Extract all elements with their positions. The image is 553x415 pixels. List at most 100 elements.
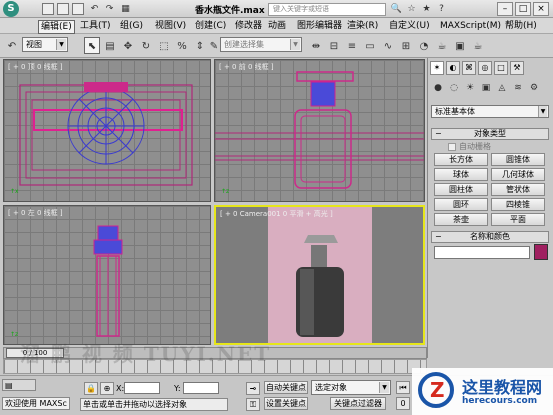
set-key-mode-icon[interactable]: ⊸ <box>246 382 260 395</box>
menu-animation[interactable]: 动画 <box>266 20 288 32</box>
close-button[interactable]: × <box>533 2 549 16</box>
render-setup-icon[interactable]: ☕ <box>434 37 450 54</box>
mirror-icon[interactable]: ⇹ <box>308 37 324 54</box>
display-tab-icon[interactable]: □ <box>494 61 508 75</box>
modify-tab-icon[interactable]: ◐ <box>446 61 460 75</box>
key-filters-button[interactable]: 关键点过滤器 <box>330 397 386 410</box>
select-move-icon[interactable]: ✥ <box>120 37 136 54</box>
menu-help[interactable]: 帮助(H) <box>503 20 539 32</box>
new-file-icon[interactable] <box>42 3 54 15</box>
set-key-button[interactable]: 设置关键点 <box>264 397 308 410</box>
menu-graph-editors[interactable]: 图形编辑器 <box>295 20 344 32</box>
object-color-swatch[interactable] <box>534 244 548 260</box>
y-coordinate-field[interactable] <box>183 382 219 394</box>
menu-group[interactable]: 组(G) <box>118 20 145 32</box>
utilities-tab-icon[interactable]: ⚒ <box>510 61 524 75</box>
torus-button[interactable]: 圆环 <box>434 198 488 211</box>
save-file-icon[interactable] <box>72 3 84 15</box>
viewport-label[interactable]: [ + 0 Camera001 0 平滑 + 高光 ] <box>220 209 333 219</box>
view-dropdown[interactable]: 视图 ▼ <box>22 37 68 52</box>
absolute-mode-icon[interactable]: ⊕ <box>100 382 114 395</box>
favorites-icon[interactable]: ★ <box>420 3 433 16</box>
select-scale-icon[interactable]: ⬚ <box>156 37 172 54</box>
select-rotate-icon[interactable]: ↻ <box>138 37 154 54</box>
systems-icon[interactable]: ⚙ <box>527 80 541 96</box>
motion-tab-icon[interactable]: ◎ <box>478 61 492 75</box>
search-icon[interactable]: 🔍 <box>390 3 403 16</box>
cameras-icon[interactable]: ▣ <box>479 80 493 96</box>
autogrid-checkbox[interactable]: 自动栅格 <box>448 141 491 152</box>
viewport-label[interactable]: [ + 0 顶 0 线框 ] <box>8 62 63 72</box>
maximize-button[interactable]: □ <box>515 2 531 16</box>
viewport-camera[interactable]: [ + 0 Camera001 0 平滑 + 高光 ] <box>214 205 425 345</box>
hold-icon[interactable]: ▦ <box>119 3 132 16</box>
shapes-icon[interactable]: ◌ <box>447 80 461 96</box>
site-logo: Z 这里教程网 herecours.com <box>412 368 553 415</box>
open-file-icon[interactable] <box>57 3 69 15</box>
maxscript-mini-listener[interactable]: 欢迎使用 MAXSc <box>2 397 70 410</box>
cylinder-button[interactable]: 圆柱体 <box>434 183 488 196</box>
menu-maxscript[interactable]: MAXScript(M) <box>438 20 503 32</box>
menu-edit[interactable]: 编辑(E) <box>38 20 75 34</box>
menu-modifiers[interactable]: 修改器 <box>233 20 264 32</box>
geometry-icon[interactable]: ● <box>431 80 445 96</box>
curve-editor-icon[interactable]: ∿ <box>380 37 396 54</box>
lock-selection-icon[interactable]: 🔒 <box>84 382 98 395</box>
percent-snap-icon[interactable]: % <box>174 37 190 54</box>
lights-icon[interactable]: ☀ <box>463 80 477 96</box>
search-input[interactable]: 键入关键字或短语 <box>268 3 386 16</box>
box-button[interactable]: 长方体 <box>434 153 488 166</box>
select-by-name-icon[interactable]: ▤ <box>102 37 118 54</box>
auto-key-button[interactable]: 自动关键点 <box>264 381 308 394</box>
menu-customize[interactable]: 自定义(U) <box>387 20 432 32</box>
selected-object-dropdown[interactable]: 选定对象 ▼ <box>311 380 391 395</box>
menu-views[interactable]: 视图(V) <box>153 20 188 32</box>
menu-tools[interactable]: 工具(T) <box>78 20 113 32</box>
select-object-icon[interactable]: ⬉ <box>84 37 100 54</box>
viewport-front[interactable]: [ + 0 前 0 线框 ] ↑z <box>214 59 425 202</box>
help-icon[interactable]: ? <box>435 3 448 16</box>
layer-manager-icon[interactable]: ≡ <box>344 37 360 54</box>
create-tab-icon[interactable]: ✶ <box>430 61 444 75</box>
align-icon[interactable]: ⊟ <box>326 37 342 54</box>
x-coordinate-field[interactable] <box>124 382 160 394</box>
object-category-dropdown[interactable]: 标准基本体 ▼ <box>431 105 549 118</box>
app-logo-icon[interactable]: S <box>3 1 19 17</box>
schematic-view-icon[interactable]: ⊞ <box>398 37 414 54</box>
pyramid-button[interactable]: 四棱锥 <box>491 198 545 211</box>
viewport-label[interactable]: [ + 0 前 0 线框 ] <box>219 62 274 72</box>
sphere-button[interactable]: 球体 <box>434 168 488 181</box>
teapot-button[interactable]: 茶壶 <box>434 213 488 226</box>
object-name-field[interactable] <box>434 246 530 259</box>
object-type-rollout[interactable]: − 对象类型 <box>431 128 549 140</box>
key-icon[interactable]: ⚿ <box>246 398 260 411</box>
helpers-icon[interactable]: ◬ <box>495 80 509 96</box>
material-editor-icon[interactable]: ◔ <box>416 37 432 54</box>
viewport-top[interactable]: [ + 0 顶 0 线框 ] ↑x <box>3 59 211 202</box>
help-star-icon[interactable]: ☆ <box>405 3 418 16</box>
name-color-rollout[interactable]: − 名称和颜色 <box>431 231 549 243</box>
cone-button[interactable]: 圆锥体 <box>491 153 545 166</box>
viewport-label[interactable]: [ + 0 左 0 线框 ] <box>8 208 63 218</box>
frame-number-field[interactable]: 0 <box>396 397 410 410</box>
named-selection-set-dropdown[interactable]: 创建选择集 ▼ <box>220 37 302 52</box>
plane-button[interactable]: 平面 <box>491 213 545 226</box>
redo-icon[interactable]: ↷ <box>103 3 116 16</box>
undo-icon[interactable]: ↶ <box>88 3 101 16</box>
hierarchy-tab-icon[interactable]: ⌘ <box>462 61 476 75</box>
minimize-button[interactable]: – <box>497 2 513 16</box>
geosphere-button[interactable]: 几何球体 <box>491 168 545 181</box>
title-bar: S ↶ ↷ ▦ 香水瓶文件.max 键入关键字或短语 🔍 ☆ ★ ? – □ × <box>0 0 553 18</box>
go-to-start-icon[interactable]: ⏮ <box>396 381 410 394</box>
script-listener-icon[interactable]: ▤ <box>2 379 36 391</box>
space-warps-icon[interactable]: ≋ <box>511 80 525 96</box>
menu-rendering[interactable]: 渲染(R) <box>345 20 380 32</box>
axis-gizmo-icon: ↑x <box>10 188 19 195</box>
undo-tool-icon[interactable]: ↶ <box>4 37 20 54</box>
rendered-frame-icon[interactable]: ▣ <box>452 37 468 54</box>
tube-button[interactable]: 管状体 <box>491 183 545 196</box>
render-production-icon[interactable]: ☕ <box>470 37 486 54</box>
ribbon-icon[interactable]: ▭ <box>362 37 378 54</box>
menu-create[interactable]: 创建(C) <box>193 20 228 32</box>
viewport-left[interactable]: [ + 0 左 0 线框 ] ↑z <box>3 205 211 345</box>
